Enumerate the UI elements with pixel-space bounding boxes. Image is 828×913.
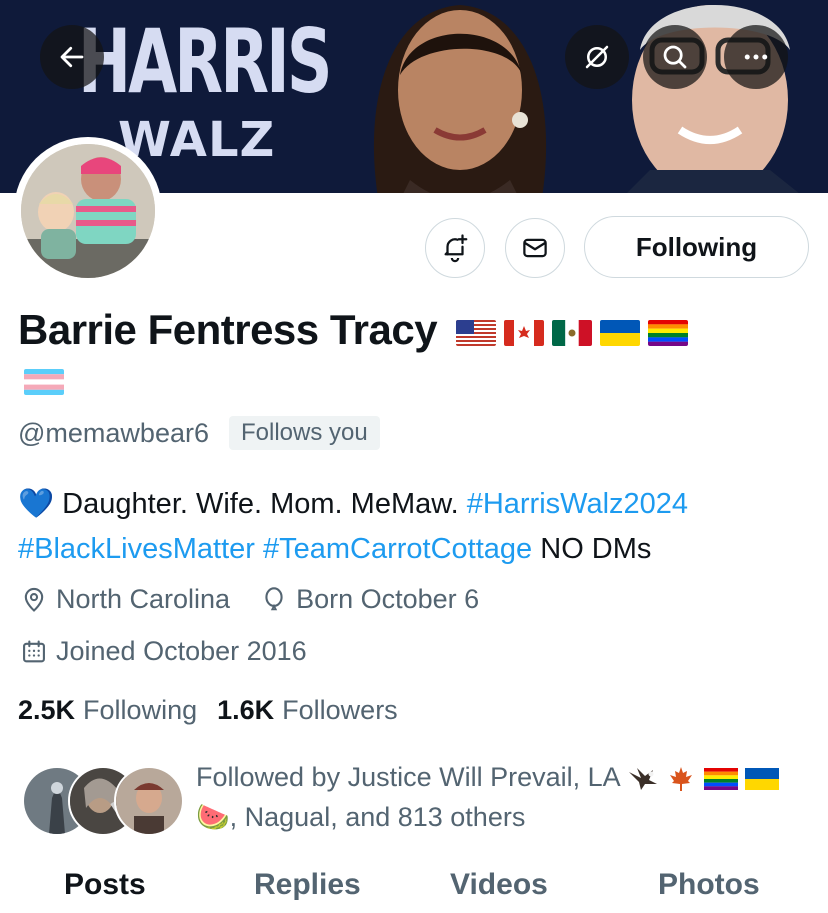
tab-videos[interactable]: Videos — [450, 868, 548, 902]
calendar-icon — [23, 639, 45, 662]
followed-by-line1: Followed by Justice Will Prevail, LA — [196, 762, 620, 792]
followers-count: 1.6K — [217, 695, 275, 725]
ukraine-flag-emoji-icon — [745, 767, 780, 790]
profile-bio: 💙 Daughter. Wife. Mom. MeMaw. #HarrisWal… — [18, 482, 808, 572]
display-name-text: Barrie Fentress Tracy — [18, 306, 438, 353]
rainbow-flag-icon — [648, 319, 689, 346]
envelope-icon — [523, 238, 547, 258]
tab-replies[interactable]: Replies — [254, 868, 361, 902]
avatar-photo — [21, 144, 155, 278]
joined-text: Joined October 2016 — [56, 636, 307, 666]
tab-photos[interactable]: Photos — [658, 868, 760, 902]
birthday-text: Born October 6 — [296, 584, 480, 614]
search-button[interactable] — [643, 25, 707, 89]
grok-button[interactable] — [565, 25, 629, 89]
blue-heart-emoji: 💙 — [18, 488, 55, 520]
search-icon — [663, 45, 687, 69]
followed-by-text[interactable]: Followed by Justice Will Prevail, LA 🍉, … — [196, 757, 816, 837]
more-button[interactable] — [724, 25, 788, 89]
user-handle: @memawbear6 — [18, 417, 209, 448]
followed-by-line2: , Nagual, and 813 others — [229, 802, 526, 832]
location-text: North Carolina — [56, 584, 231, 614]
maple-leaf-emoji-icon — [670, 766, 693, 791]
banner-portrait-left — [374, 5, 546, 193]
transgender-flag-icon — [24, 369, 64, 395]
location-pin-icon — [24, 587, 44, 612]
banner-title-text: HARRIS — [78, 10, 332, 113]
profile-avatar[interactable] — [14, 137, 162, 285]
ukraine-flag-icon — [600, 319, 641, 346]
message-button[interactable] — [505, 218, 565, 278]
hashtag-blacklivesmatter[interactable]: #BlackLivesMatter — [18, 533, 255, 565]
balloon-icon — [265, 586, 283, 610]
arrow-left-icon — [60, 46, 84, 68]
follow-stats: 2.5K Following 1.6K Followers — [18, 695, 418, 726]
us-flag-icon — [456, 319, 497, 346]
hashtag-harriswalz2024[interactable]: #HarrisWalz2024 — [467, 488, 688, 520]
slash-circle-icon — [585, 45, 609, 69]
followers-stat-link[interactable]: 1.6K Followers — [217, 695, 398, 726]
eagle-emoji-icon — [628, 767, 657, 790]
handle-row: @memawbear6 Follows you — [18, 416, 380, 450]
following-label: Following — [83, 695, 198, 725]
display-name: Barrie Fentress Tracy — [18, 306, 689, 354]
banner-portrait-right — [627, 5, 799, 193]
back-button[interactable] — [40, 25, 104, 89]
following-count: 2.5K — [18, 695, 76, 725]
joined-row: Joined October 2016 — [20, 636, 307, 667]
mexico-flag-icon — [552, 319, 593, 346]
more-horizontal-icon — [744, 54, 768, 60]
canada-flag-icon — [504, 319, 545, 346]
mutual-follower-avatar — [114, 766, 184, 836]
followers-you-know-facepile[interactable] — [22, 766, 184, 836]
rainbow-flag-emoji-icon — [703, 767, 738, 790]
followers-label: Followers — [282, 695, 398, 725]
bell-plus-icon — [444, 234, 468, 263]
bio-tail-text: NO DMs — [540, 533, 652, 565]
watermelon-emoji: 🍉 — [196, 802, 230, 832]
bio-text: Daughter. Wife. Mom. MeMaw. — [62, 488, 459, 520]
hashtag-teamcarrotcottage[interactable]: #TeamCarrotCottage — [263, 533, 532, 565]
following-button[interactable]: Following — [584, 216, 809, 278]
notifications-button[interactable] — [425, 218, 485, 278]
tab-posts[interactable]: Posts — [64, 868, 146, 902]
location-birthday-row: North Carolina Born October 6 — [20, 584, 479, 615]
following-stat-link[interactable]: 2.5K Following — [18, 695, 197, 726]
profile-tabs: Posts Replies Videos Photos — [0, 868, 828, 913]
follows-you-badge: Follows you — [228, 416, 380, 450]
